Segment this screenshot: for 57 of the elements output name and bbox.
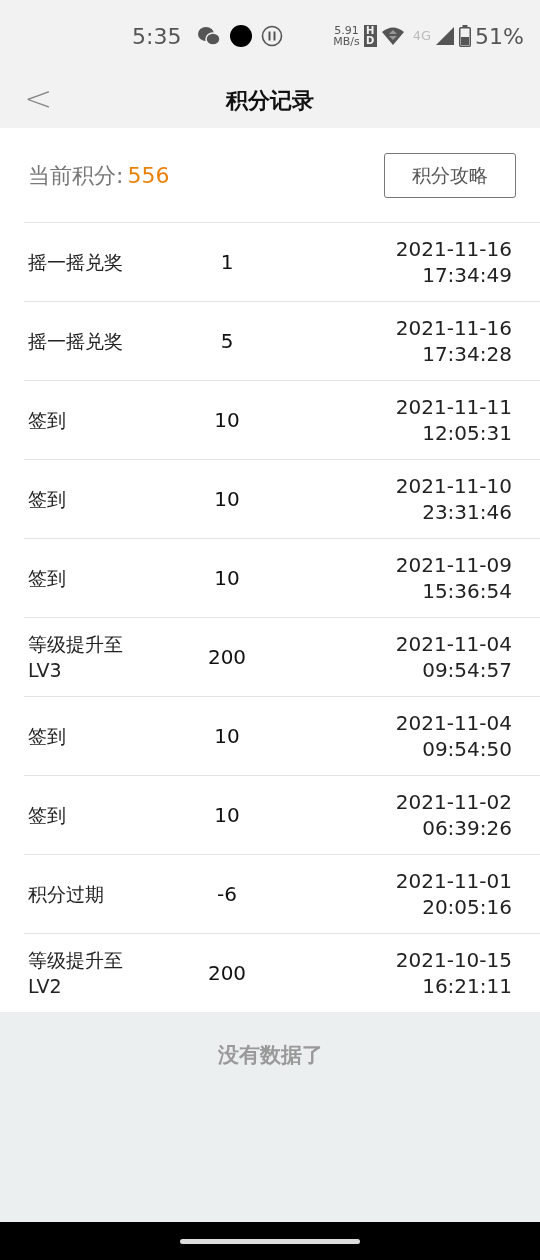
- network-speed: 5.91: [333, 25, 360, 36]
- record-time: 09:54:57: [421, 657, 512, 683]
- record-name: 摇一摇兑奖: [27, 250, 124, 275]
- record-points: 10: [213, 407, 241, 434]
- points-guide-button[interactable]: 积分攻略: [384, 152, 516, 198]
- record-name: 等级提升至LV3: [27, 632, 124, 683]
- record-points: 10: [213, 565, 241, 592]
- record-name: 签到: [27, 724, 67, 749]
- record-date: 2021-10-15: [394, 947, 512, 973]
- record-date: 2021-11-04: [394, 631, 512, 657]
- points-value: 556: [127, 161, 170, 190]
- record-points: 5: [219, 328, 235, 355]
- record-name: 摇一摇兑奖: [27, 329, 124, 354]
- battery-icon: [459, 25, 472, 47]
- chat-icon: [197, 26, 222, 46]
- record-points: 10: [213, 723, 241, 750]
- page-title: 积分记录: [226, 86, 314, 115]
- record-date: 2021-11-11: [394, 394, 512, 420]
- record-time: 12:05:31: [421, 420, 512, 446]
- record-date: 2021-11-10: [394, 473, 512, 499]
- speed-unit: MB/s: [333, 36, 360, 47]
- pause-icon: [261, 25, 284, 47]
- record-date: 2021-11-16: [394, 315, 512, 341]
- record-time: 17:34:28: [421, 341, 512, 367]
- record-time: 16:21:11: [421, 973, 512, 999]
- hd-indicator: HD: [363, 25, 377, 47]
- record-time: 06:39:26: [421, 815, 512, 841]
- record-points: 1: [219, 249, 235, 276]
- no-more-data-text: 没有数据了: [217, 1042, 323, 1069]
- record-date: 2021-11-02: [394, 789, 512, 815]
- record-points: -6: [216, 881, 238, 908]
- record-name: 等级提升至LV2: [27, 948, 124, 999]
- record-date: 2021-11-16: [394, 236, 512, 262]
- record-time: 17:34:49: [421, 262, 512, 288]
- record-time: 23:31:46: [421, 499, 512, 525]
- record-time: 15:36:54: [421, 578, 512, 604]
- record-date: 2021-11-01: [394, 868, 512, 894]
- record-name: 积分过期: [27, 882, 105, 907]
- record-time: 09:54:50: [421, 736, 512, 762]
- battery-percent: 51%: [475, 22, 524, 51]
- record-points: 200: [206, 644, 248, 671]
- record-points: 200: [206, 960, 248, 987]
- dot-icon: [229, 24, 254, 48]
- home-handle[interactable]: [180, 1238, 360, 1244]
- record-date: 2021-11-09: [394, 552, 512, 578]
- status-time: 5:35: [132, 22, 182, 51]
- record-time: 20:05:16: [421, 894, 512, 920]
- record-date: 2021-11-04: [394, 710, 512, 736]
- points-label: 当前积分:: [28, 161, 124, 190]
- record-name: 签到: [27, 408, 67, 433]
- record-points: 10: [213, 802, 241, 829]
- record-name: 签到: [27, 487, 67, 512]
- record-name: 签到: [27, 566, 67, 591]
- record-name: 签到: [27, 803, 67, 828]
- signal-icon: [435, 26, 456, 46]
- wifi-icon: [380, 26, 405, 46]
- record-points: 10: [213, 486, 241, 513]
